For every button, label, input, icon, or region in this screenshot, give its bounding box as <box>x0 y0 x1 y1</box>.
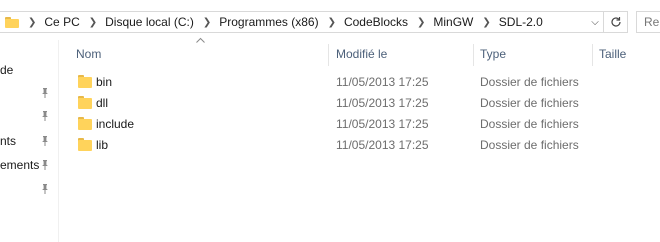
folder-icon <box>78 96 92 109</box>
breadcrumb-item[interactable]: CodeBlocks <box>344 15 408 29</box>
chevron-right-icon[interactable]: ❯ <box>89 17 97 28</box>
file-modified: 11/05/2013 17:25 <box>336 138 429 152</box>
nav-item[interactable]: de <box>0 61 58 79</box>
file-name: bin <box>96 75 113 89</box>
file-name: dll <box>96 96 109 110</box>
search-input[interactable]: Re <box>636 11 660 33</box>
nav-item[interactable]: ements <box>0 156 58 174</box>
chevron-right-icon[interactable]: ❯ <box>328 17 336 28</box>
column-header-type[interactable]: Type <box>480 44 590 66</box>
folder-icon <box>78 117 92 130</box>
file-row[interactable]: bin 11/05/2013 17:25 Dossier de fichiers <box>70 72 660 93</box>
chevron-right-icon[interactable]: ❯ <box>482 17 490 28</box>
file-type: Dossier de fichiers <box>480 117 579 131</box>
file-name: include <box>96 117 135 131</box>
column-divider[interactable] <box>592 44 593 66</box>
breadcrumb-item[interactable]: Ce PC <box>44 15 79 29</box>
file-name: lib <box>96 138 109 152</box>
file-type: Dossier de fichiers <box>480 138 579 152</box>
file-type: Dossier de fichiers <box>480 75 579 89</box>
file-row[interactable]: lib 11/05/2013 17:25 Dossier de fichiers <box>70 135 660 156</box>
file-row[interactable]: include 11/05/2013 17:25 Dossier de fich… <box>70 114 660 135</box>
chevron-right-icon[interactable]: ❯ <box>203 17 211 28</box>
chevron-right-icon[interactable]: ❯ <box>28 17 36 28</box>
nav-item[interactable] <box>0 180 58 198</box>
pin-icon[interactable] <box>40 87 50 99</box>
refresh-button[interactable] <box>604 11 628 33</box>
folder-icon <box>78 138 92 151</box>
breadcrumb-item[interactable]: SDL-2.0 <box>499 15 543 29</box>
chevron-down-icon[interactable]: ⌵ <box>587 17 603 28</box>
nav-item[interactable] <box>0 84 58 102</box>
nav-item-label: ements <box>0 158 40 172</box>
chevron-right-icon[interactable]: ❯ <box>417 17 425 28</box>
breadcrumb-item[interactable]: Disque local (C:) <box>105 15 194 29</box>
file-modified: 11/05/2013 17:25 <box>336 75 429 89</box>
folder-icon <box>5 16 19 28</box>
pin-icon[interactable] <box>40 135 50 147</box>
nav-item-label: de <box>0 63 14 77</box>
column-divider[interactable] <box>473 44 474 66</box>
refresh-icon <box>610 17 621 27</box>
file-modified: 11/05/2013 17:25 <box>336 96 429 110</box>
column-header-name[interactable]: Nom <box>76 44 326 66</box>
file-row[interactable]: dll 11/05/2013 17:25 Dossier de fichiers <box>70 93 660 114</box>
file-modified: 11/05/2013 17:25 <box>336 117 429 131</box>
breadcrumb-item[interactable]: Programmes (x86) <box>219 15 318 29</box>
address-bar[interactable]: ❯ Ce PC ❯ Disque local (C:) ❯ Programmes… <box>0 11 604 33</box>
navigation-pane: de nts ements <box>0 40 59 242</box>
pin-icon[interactable] <box>40 110 50 122</box>
nav-item[interactable]: nts <box>0 132 58 150</box>
folder-icon <box>78 75 92 88</box>
column-divider[interactable] <box>328 44 329 66</box>
column-header-modified[interactable]: Modifié le <box>336 44 471 66</box>
pin-icon[interactable] <box>40 159 50 171</box>
nav-item[interactable] <box>0 107 58 125</box>
breadcrumb-item[interactable]: MinGW <box>433 15 473 29</box>
pin-icon[interactable] <box>40 183 50 195</box>
breadcrumb: ❯ Ce PC ❯ Disque local (C:) ❯ Programmes… <box>19 15 587 29</box>
nav-item-label: nts <box>0 134 17 148</box>
column-header-size[interactable]: Taille <box>599 44 659 66</box>
sort-ascending-icon <box>196 37 205 43</box>
file-type: Dossier de fichiers <box>480 96 579 110</box>
